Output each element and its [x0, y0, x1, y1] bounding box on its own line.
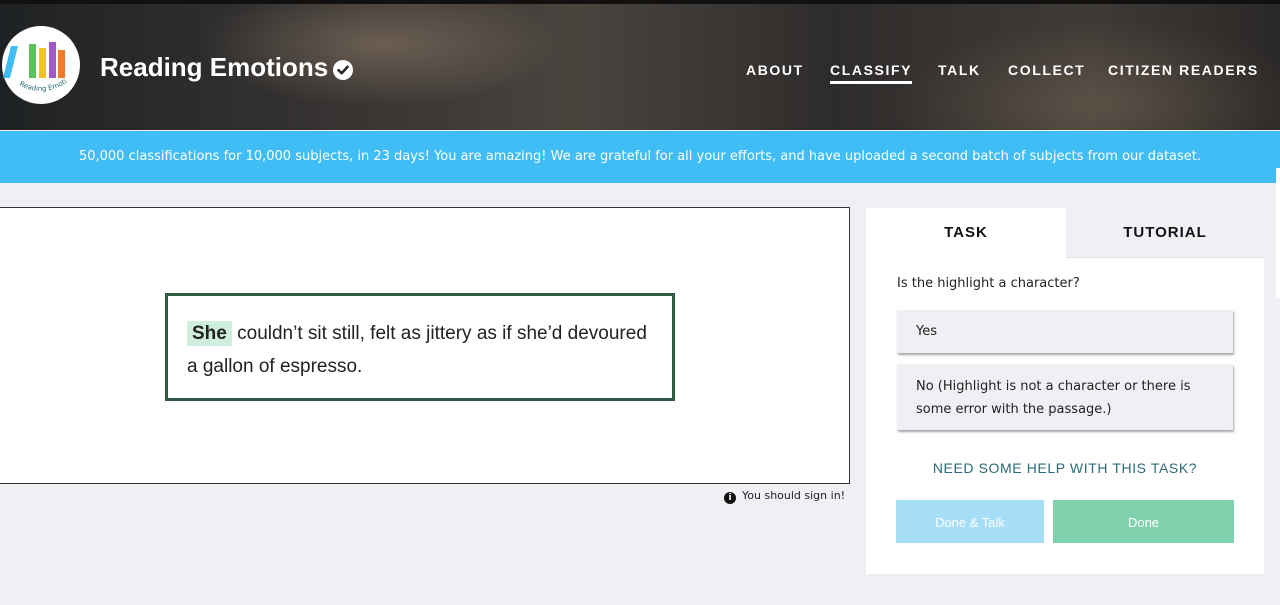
logo-books-icon: Reading Emotions [2, 26, 68, 93]
highlighted-word: She [187, 321, 232, 346]
nav-collect[interactable]: COLLECT [1008, 62, 1085, 78]
answer-no[interactable]: No (Highlight is not a character or ther… [897, 364, 1233, 430]
passage-text: She couldn’t sit still, felt as jittery … [165, 293, 675, 401]
done-and-talk-button[interactable]: Done & Talk [896, 500, 1044, 543]
answer-yes[interactable]: Yes [897, 310, 1233, 353]
nav-talk[interactable]: TALK [938, 62, 981, 78]
nav-about[interactable]: ABOUT [746, 62, 804, 78]
task-panel: TASK TUTORIAL Is the highlight a charact… [866, 208, 1264, 574]
passage-line1: couldn’t sit still, felt as jittery as i… [231, 323, 647, 344]
project-title[interactable]: Reading Emotions [100, 52, 328, 83]
signin-text: You should sign in! [742, 489, 846, 502]
signin-notice[interactable]: i You should sign in! [724, 489, 845, 504]
site-header: Reading Emotions Reading Emotions ABOUT … [0, 0, 1280, 130]
done-button[interactable]: Done [1053, 500, 1234, 543]
tab-tutorial[interactable]: TUTORIAL [1066, 208, 1264, 258]
subject-viewer: She couldn’t sit still, felt as jittery … [0, 207, 850, 484]
task-question: Is the highlight a character? [897, 276, 1080, 291]
passage-line2: a gallon of espresso. [187, 356, 363, 377]
verified-check-icon [333, 60, 353, 80]
panel-edge [1276, 168, 1280, 298]
nav-classify[interactable]: CLASSIFY [830, 62, 913, 84]
announcement-banner: 50,000 classifications for 10,000 subjec… [0, 131, 1280, 183]
tab-task[interactable]: TASK [866, 208, 1066, 258]
nav-citizen-readers[interactable]: CITIZEN READERS [1108, 62, 1259, 78]
help-link[interactable]: NEED SOME HELP WITH THIS TASK? [866, 460, 1264, 476]
project-logo[interactable]: Reading Emotions [2, 26, 80, 104]
info-icon: i [724, 492, 736, 504]
